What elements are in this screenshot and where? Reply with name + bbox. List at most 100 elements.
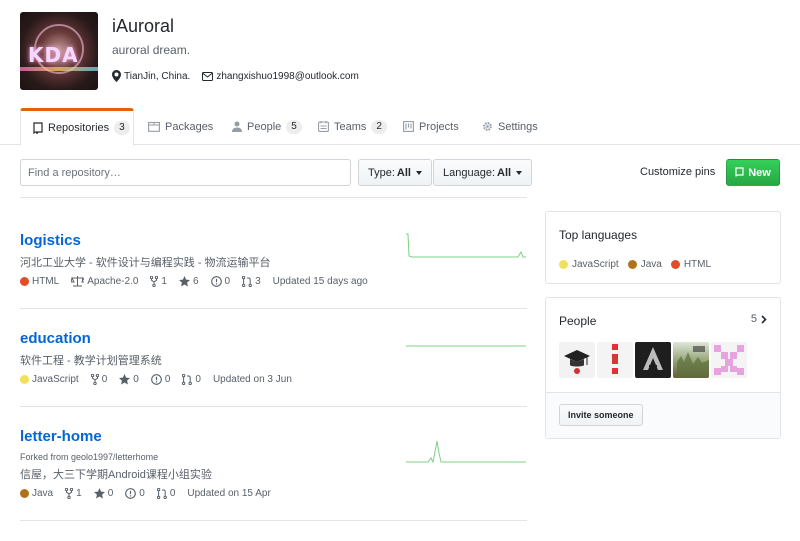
repo-stars[interactable]: 6 xyxy=(178,276,199,287)
pull-request-icon xyxy=(242,276,252,287)
chevron-right-icon xyxy=(761,314,767,324)
issue-icon xyxy=(210,276,222,287)
repo-forks-count: 1 xyxy=(161,276,167,287)
repo-license-text: Apache-2.0 xyxy=(87,276,139,287)
repo-pull-requests[interactable]: 0 xyxy=(156,488,175,499)
tab-teams[interactable]: Teams 2 xyxy=(306,108,399,145)
top-language-item[interactable]: Java xyxy=(627,259,662,270)
people-count-link[interactable]: 5 xyxy=(751,313,767,325)
top-languages-box: Top languages JavaScript Java HTML xyxy=(545,211,781,284)
tab-people[interactable]: People 5 xyxy=(220,108,314,145)
repo-activity-sparkline xyxy=(406,440,526,464)
repo-forks[interactable]: 1 xyxy=(150,276,167,287)
repo-forks-count: 1 xyxy=(76,488,82,499)
repo-description: 软件工程 - 教学计划管理系统 xyxy=(20,355,162,367)
tab-label: Projects xyxy=(419,120,459,133)
language-color-dot xyxy=(559,260,568,269)
repo-language-text: HTML xyxy=(32,276,60,287)
language-filter-label: Language: xyxy=(443,166,495,179)
customize-pins-link[interactable]: Customize pins xyxy=(640,166,715,178)
repo-pull-requests[interactable]: 3 xyxy=(242,276,261,287)
org-location: TianJin, China. xyxy=(112,70,190,82)
repo-issues-count: 0 xyxy=(164,374,171,385)
new-repository-button[interactable]: New xyxy=(726,159,780,186)
repo-issues[interactable]: 0 xyxy=(210,276,230,287)
member-avatar[interactable] xyxy=(635,342,671,378)
repo-icon xyxy=(33,122,43,134)
pull-request-icon xyxy=(156,488,167,499)
org-name: iAuroral xyxy=(112,16,175,36)
people-title: People xyxy=(559,314,597,328)
tab-counter: 3 xyxy=(114,121,130,135)
tab-label: Repositories xyxy=(48,122,110,134)
repo-forks-count: 0 xyxy=(101,374,108,385)
law-icon xyxy=(71,276,85,287)
fork-icon xyxy=(90,374,99,385)
repo-activity-sparkline xyxy=(406,345,526,347)
avatar-stripe-decoration xyxy=(20,67,98,71)
repo-meta: HTML Apache-2.0 1 6 0 3 Updated 15 days … xyxy=(20,276,368,287)
repo-plus-icon xyxy=(735,167,744,178)
repo-description: 信屋，大三下学期Android课程小组实验 xyxy=(20,469,212,481)
repo-issues[interactable]: 0 xyxy=(125,488,145,499)
repo-stars[interactable]: 0 xyxy=(93,488,114,499)
teams-icon xyxy=(318,121,329,132)
repo-forked-from[interactable]: Forked from geolo1997/letterhome xyxy=(20,452,158,462)
repo-updated: Updated on 15 Apr xyxy=(187,488,271,499)
language-color-dot xyxy=(20,375,29,384)
member-avatar[interactable] xyxy=(597,342,633,378)
repo-language: JavaScript xyxy=(20,374,79,385)
tab-label: Packages xyxy=(165,120,214,133)
people-box-footer: Invite someone xyxy=(546,392,780,438)
repo-stars-count: 0 xyxy=(133,374,139,385)
invite-someone-button[interactable]: Invite someone xyxy=(559,404,643,426)
issue-icon xyxy=(125,488,137,499)
tab-packages[interactable]: Packages xyxy=(136,108,225,145)
repo-description: 河北工业大学 - 软件设计与编程实践 - 物流运输平台 xyxy=(20,257,271,269)
type-filter-label: Type: xyxy=(368,166,395,179)
org-tabs: Repositories 3 Packages People 5 Teams 2… xyxy=(0,108,800,146)
member-avatar[interactable] xyxy=(673,342,709,378)
repo-meta: Java 1 0 0 0 Updated on 15 Apr xyxy=(20,488,271,499)
person-icon xyxy=(232,121,242,132)
mail-icon xyxy=(202,71,214,81)
org-avatar: KDA xyxy=(20,12,98,90)
org-description: auroral dream. xyxy=(112,43,191,57)
language-color-dot xyxy=(20,277,29,286)
repo-name-link[interactable]: logistics xyxy=(20,232,81,249)
fork-icon xyxy=(65,488,74,499)
repo-stars-count: 6 xyxy=(192,276,199,287)
language-color-dot xyxy=(670,260,680,269)
repo-pull-requests[interactable]: 0 xyxy=(182,374,201,385)
repo-stars[interactable]: 0 xyxy=(119,374,139,385)
tab-projects[interactable]: Projects xyxy=(391,108,471,145)
repo-license: Apache-2.0 xyxy=(71,276,138,287)
repository-search-input[interactable] xyxy=(20,159,351,186)
repo-forks[interactable]: 0 xyxy=(90,374,108,385)
member-avatar[interactable] xyxy=(711,342,747,378)
org-meta: TianJin, China. zhangxishuo1998@outlook.… xyxy=(112,70,359,82)
member-avatar[interactable] xyxy=(559,342,595,378)
org-email[interactable]: zhangxishuo1998@outlook.com xyxy=(202,70,359,82)
repo-issues[interactable]: 0 xyxy=(150,374,171,385)
tab-settings[interactable]: Settings xyxy=(470,108,550,145)
top-language-item[interactable]: JavaScript xyxy=(559,259,619,270)
language-filter-button[interactable]: Language: All xyxy=(433,159,533,186)
repo-stars-count: 0 xyxy=(107,488,114,499)
tab-repositories[interactable]: Repositories 3 xyxy=(20,108,134,146)
repo-language-text: Java xyxy=(32,488,54,499)
repo-forks[interactable]: 1 xyxy=(65,488,82,499)
people-avatars xyxy=(559,342,747,378)
project-icon xyxy=(403,121,414,132)
top-language-item[interactable]: HTML xyxy=(670,259,711,270)
repo-name-link[interactable]: education xyxy=(20,330,91,347)
package-icon xyxy=(148,121,160,132)
type-filter-button[interactable]: Type: All xyxy=(358,159,432,186)
location-icon xyxy=(112,70,121,82)
tab-label: Teams xyxy=(334,120,367,133)
repo-updated: Updated on 3 Jun xyxy=(212,374,292,385)
people-box: People 5 Invite someone xyxy=(545,297,781,439)
tab-label: People xyxy=(247,120,282,133)
repo-name-link[interactable]: letter-home xyxy=(20,428,102,445)
caret-down-icon xyxy=(415,170,422,175)
